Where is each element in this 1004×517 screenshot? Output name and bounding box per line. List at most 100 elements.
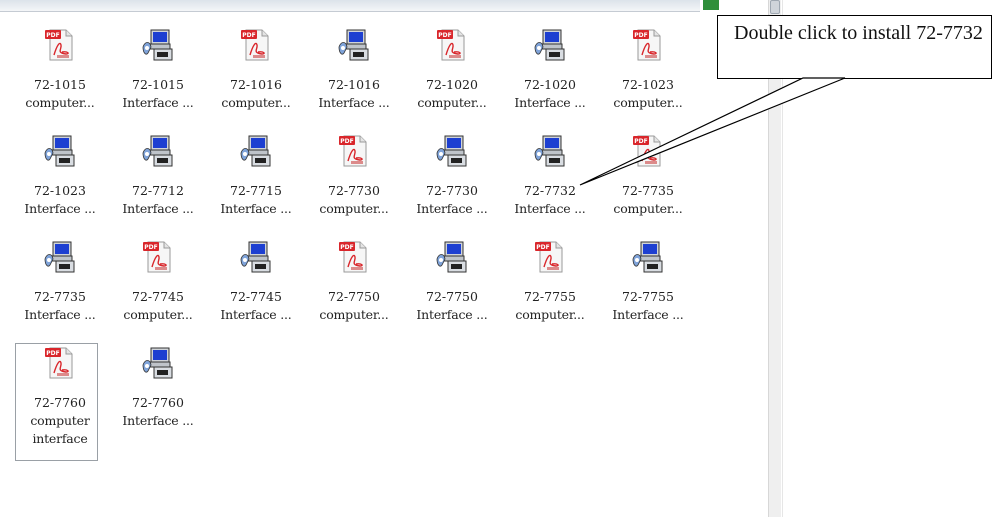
pdf-icon: PDF bbox=[238, 27, 274, 63]
svg-text:PDF: PDF bbox=[340, 138, 353, 145]
installer-icon bbox=[630, 239, 666, 275]
file-name: 72-7735 bbox=[34, 289, 86, 304]
instruction-callout: Double click to install 72-7732 bbox=[717, 15, 992, 79]
file-item[interactable]: 72-7732 Interface ... bbox=[504, 133, 596, 245]
file-name: 72-7760 bbox=[132, 395, 184, 410]
file-name: 72-7760 bbox=[34, 395, 86, 410]
file-description: computer... bbox=[123, 307, 193, 322]
pdf-icon: PDF bbox=[434, 27, 470, 63]
file-description: computer interface bbox=[30, 413, 90, 446]
file-item[interactable]: PDF 72-7745 computer... bbox=[112, 239, 204, 351]
file-item[interactable]: 72-7750 Interface ... bbox=[406, 239, 498, 351]
file-item[interactable]: 72-7712 Interface ... bbox=[112, 133, 204, 245]
file-name: 72-7750 bbox=[328, 289, 380, 304]
file-name: 72-7712 bbox=[132, 183, 184, 198]
file-item[interactable]: 72-7735 Interface ... bbox=[14, 239, 106, 351]
svg-text:PDF: PDF bbox=[340, 244, 353, 251]
file-item[interactable]: PDF 72-7755 computer... bbox=[504, 239, 596, 351]
pdf-icon: PDF bbox=[42, 345, 78, 381]
file-description: computer... bbox=[25, 95, 95, 110]
file-name: 72-7745 bbox=[132, 289, 184, 304]
file-name: 72-7745 bbox=[230, 289, 282, 304]
file-item[interactable]: 72-7715 Interface ... bbox=[210, 133, 302, 245]
installer-icon bbox=[140, 27, 176, 63]
file-name: 72-7730 bbox=[328, 183, 380, 198]
file-description: Interface ... bbox=[24, 307, 96, 322]
file-description: computer... bbox=[417, 95, 487, 110]
toolbar-strip bbox=[0, 0, 700, 12]
file-item[interactable]: PDF 72-1016 computer... bbox=[210, 27, 302, 139]
file-description: Interface ... bbox=[122, 413, 194, 428]
file-description: Interface ... bbox=[122, 201, 194, 216]
pdf-icon: PDF bbox=[630, 133, 666, 169]
installer-icon bbox=[434, 133, 470, 169]
installer-icon bbox=[434, 239, 470, 275]
callout-text: Double click to install 72-7732 bbox=[734, 22, 983, 44]
file-item[interactable]: 72-1016 Interface ... bbox=[308, 27, 400, 139]
file-description: Interface ... bbox=[416, 307, 488, 322]
file-name: 72-1015 bbox=[132, 77, 184, 92]
file-explorer-window: PDF 72-1015 computer... 72-1015 Interface … bbox=[0, 0, 783, 517]
file-description: Interface ... bbox=[122, 95, 194, 110]
window-corner-accent bbox=[703, 0, 719, 10]
file-name: 72-1023 bbox=[622, 77, 674, 92]
file-item[interactable]: PDF 72-1020 computer... bbox=[406, 27, 498, 139]
svg-text:PDF: PDF bbox=[46, 350, 59, 357]
file-item[interactable]: 72-7745 Interface ... bbox=[210, 239, 302, 351]
file-name: 72-7732 bbox=[524, 183, 576, 198]
file-item[interactable]: 72-1015 Interface ... bbox=[112, 27, 204, 139]
installer-icon bbox=[140, 133, 176, 169]
installer-icon bbox=[532, 27, 568, 63]
file-item[interactable]: 72-1023 Interface ... bbox=[14, 133, 106, 245]
file-item[interactable]: 72-1020 Interface ... bbox=[504, 27, 596, 139]
file-item[interactable]: 72-7760 Interface ... bbox=[112, 345, 204, 457]
file-item[interactable]: PDF 72-7735 computer... bbox=[602, 133, 694, 245]
file-description: computer... bbox=[613, 95, 683, 110]
installer-icon bbox=[238, 239, 274, 275]
file-name: 72-7735 bbox=[622, 183, 674, 198]
installer-icon bbox=[42, 239, 78, 275]
file-item[interactable]: 72-7730 Interface ... bbox=[406, 133, 498, 245]
svg-text:PDF: PDF bbox=[634, 138, 647, 145]
svg-text:PDF: PDF bbox=[242, 32, 255, 39]
file-item[interactable]: 72-7755 Interface ... bbox=[602, 239, 694, 351]
file-item[interactable]: PDF 72-7750 computer... bbox=[308, 239, 400, 351]
file-description: Interface ... bbox=[220, 201, 292, 216]
file-name: 72-7715 bbox=[230, 183, 282, 198]
file-name: 72-7730 bbox=[426, 183, 478, 198]
file-item[interactable]: PDF 72-7730 computer... bbox=[308, 133, 400, 245]
file-item[interactable]: PDF 72-1015 computer... bbox=[14, 27, 106, 139]
svg-text:PDF: PDF bbox=[144, 244, 157, 251]
installer-icon bbox=[140, 345, 176, 381]
installer-icon bbox=[42, 133, 78, 169]
file-description: Interface ... bbox=[24, 201, 96, 216]
file-name: 72-7755 bbox=[622, 289, 674, 304]
pdf-icon: PDF bbox=[336, 133, 372, 169]
file-description: Interface ... bbox=[612, 307, 684, 322]
file-description: computer... bbox=[515, 307, 585, 322]
installer-icon bbox=[336, 27, 372, 63]
pdf-icon: PDF bbox=[532, 239, 568, 275]
installer-icon bbox=[532, 133, 568, 169]
file-description: computer... bbox=[613, 201, 683, 216]
file-description: computer... bbox=[319, 307, 389, 322]
file-name: 72-1016 bbox=[328, 77, 380, 92]
file-name: 72-1020 bbox=[524, 77, 576, 92]
pdf-icon: PDF bbox=[42, 27, 78, 63]
file-description: Interface ... bbox=[514, 95, 586, 110]
pdf-icon: PDF bbox=[336, 239, 372, 275]
pdf-icon: PDF bbox=[140, 239, 176, 275]
file-description: Interface ... bbox=[318, 95, 390, 110]
svg-text:PDF: PDF bbox=[536, 244, 549, 251]
file-name: 72-7755 bbox=[524, 289, 576, 304]
pdf-icon: PDF bbox=[630, 27, 666, 63]
scrollbar-thumb[interactable] bbox=[770, 0, 780, 14]
file-description: computer... bbox=[221, 95, 291, 110]
file-name: 72-1023 bbox=[34, 183, 86, 198]
file-name: 72-1016 bbox=[230, 77, 282, 92]
file-description: Interface ... bbox=[416, 201, 488, 216]
svg-text:PDF: PDF bbox=[46, 32, 59, 39]
file-item[interactable]: PDF 72-7760 computer interface bbox=[14, 343, 106, 461]
file-item[interactable]: PDF 72-1023 computer... bbox=[602, 27, 694, 139]
file-description: Interface ... bbox=[514, 201, 586, 216]
